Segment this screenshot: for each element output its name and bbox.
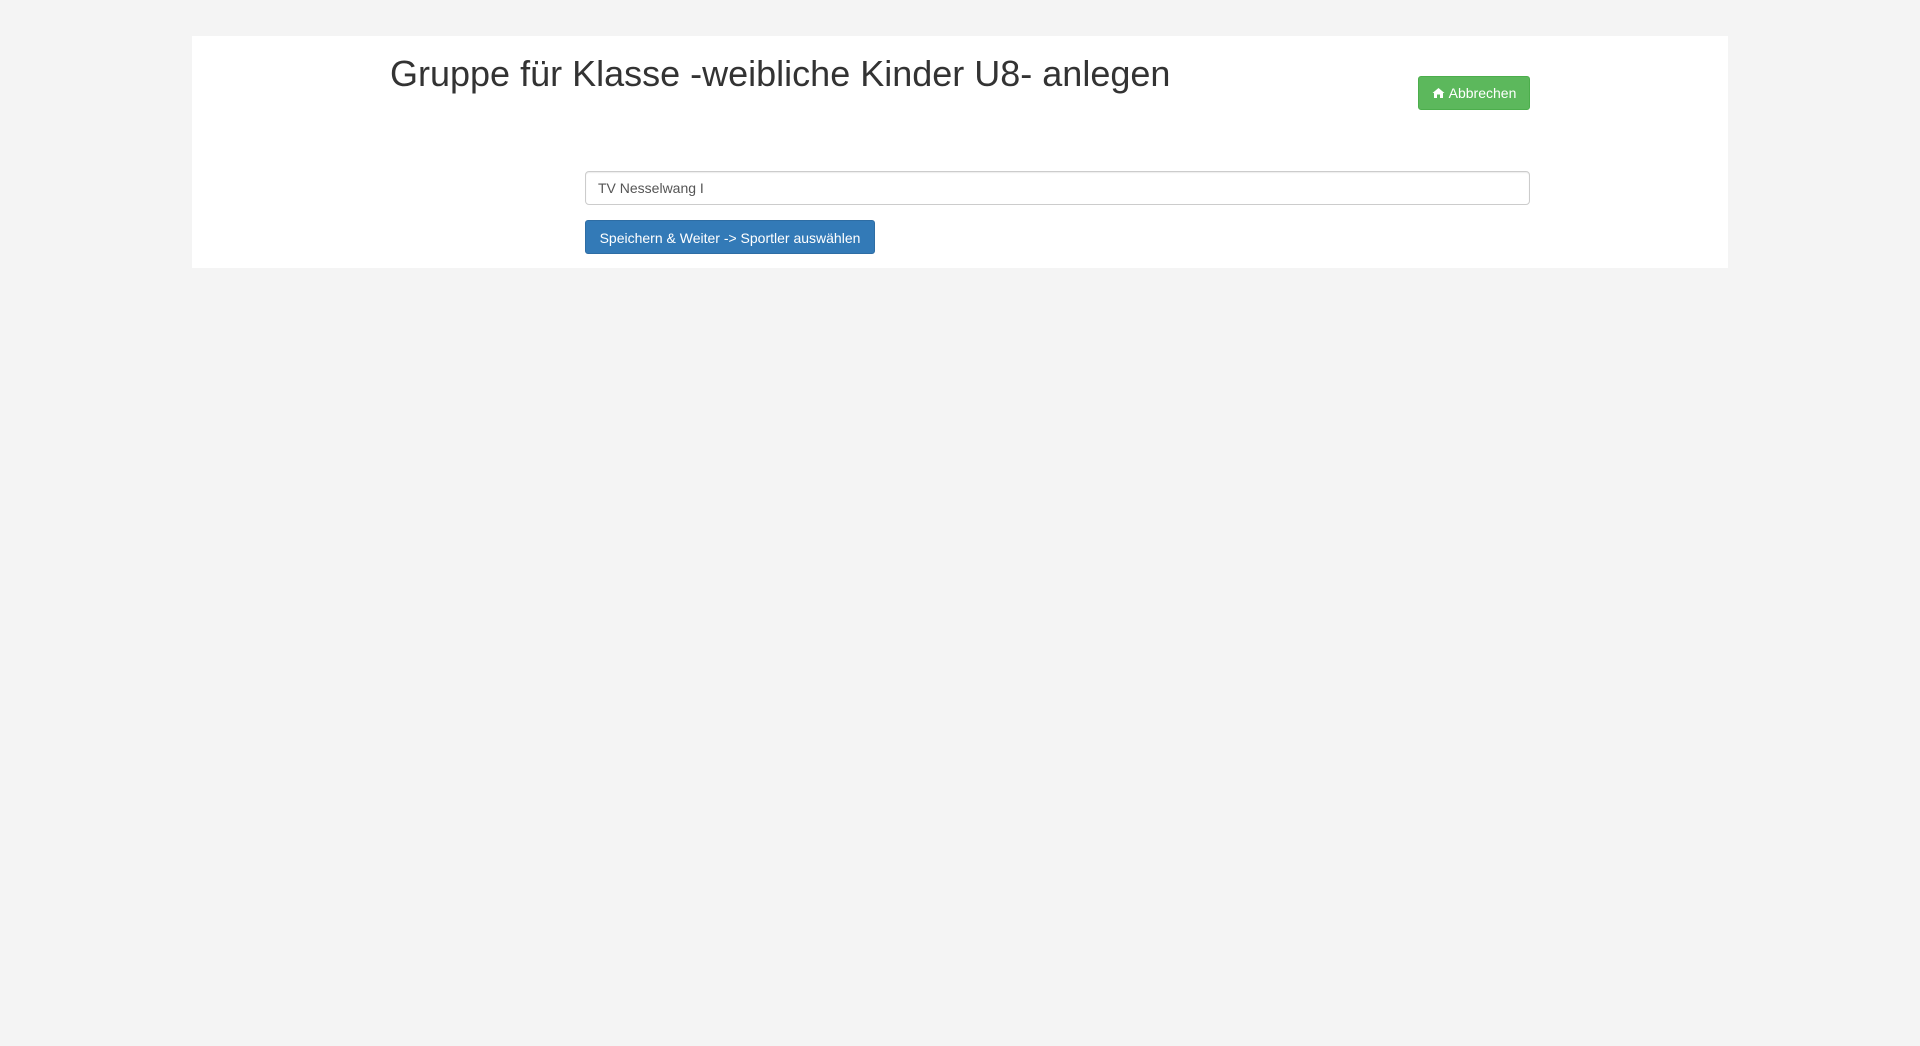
home-icon — [1432, 88, 1445, 98]
form-panel: Gruppe für Klasse -weibliche Kinder U8- … — [192, 36, 1728, 268]
cancel-button-label: Abbrechen — [1448, 85, 1517, 101]
page-title: Gruppe für Klasse -weibliche Kinder U8- … — [390, 53, 1171, 94]
save-continue-button[interactable]: Speichern & Weiter -> Sportler auswählen — [585, 220, 875, 254]
name-input[interactable] — [585, 171, 1530, 205]
cancel-button[interactable]: Abbrechen — [1418, 76, 1530, 110]
